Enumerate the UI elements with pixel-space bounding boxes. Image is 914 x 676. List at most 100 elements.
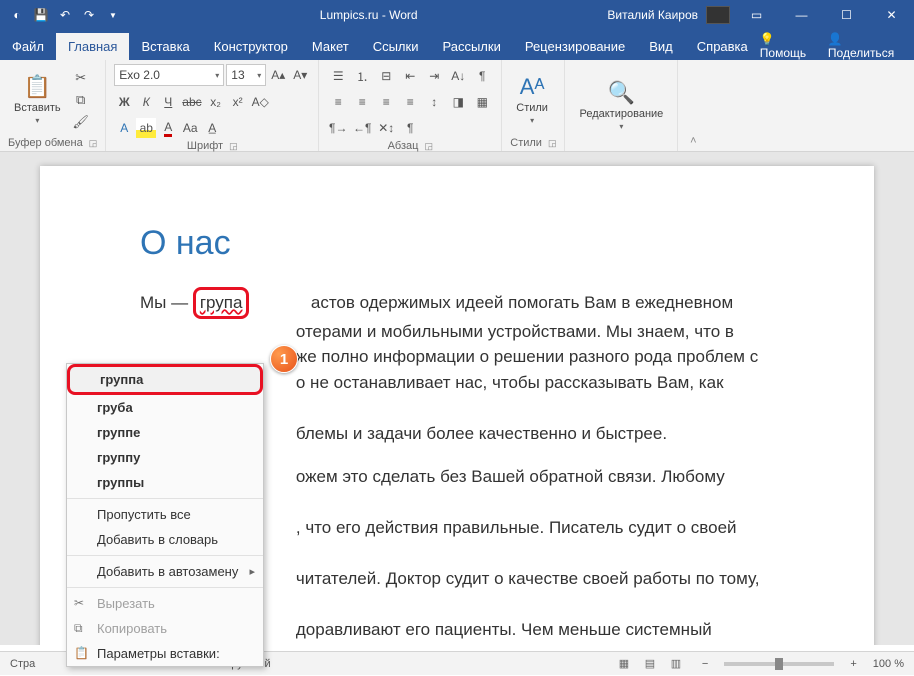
line-spacing-icon[interactable]: ↕: [423, 92, 445, 112]
tab-home[interactable]: Главная: [56, 33, 129, 60]
cut-icon[interactable]: ✂: [71, 68, 91, 88]
share-button[interactable]: 👤 Поделиться: [828, 32, 904, 60]
group-styles: Aᴬ Стили ▾ Стили◲: [502, 60, 565, 151]
window-controls: ▭ — ☐ ✕: [734, 0, 914, 30]
subscript-button[interactable]: x₂: [206, 92, 226, 112]
ribbon: 📋 Вставить ▾ ✂ ⧉ 🖌 Буфер обмена◲ Exo 2.0…: [0, 60, 914, 152]
multilevel-icon[interactable]: ⊟: [375, 66, 397, 86]
superscript-button[interactable]: x²: [228, 92, 248, 112]
group-editing: 🔍 Редактирование ▾: [565, 60, 678, 151]
suggestion-3[interactable]: группе: [67, 420, 263, 445]
redo-icon[interactable]: ↷: [80, 6, 98, 24]
justify-icon[interactable]: ≡: [399, 92, 421, 112]
dialog-launcher-icon[interactable]: ◲: [89, 138, 98, 149]
tab-design[interactable]: Конструктор: [202, 33, 300, 60]
borders-icon[interactable]: ▦: [471, 92, 493, 112]
dialog-launcher-icon[interactable]: ◲: [424, 141, 433, 152]
print-layout-icon[interactable]: ▤: [640, 656, 660, 672]
grow-font-icon[interactable]: A▴: [268, 65, 288, 85]
shading-icon[interactable]: ◨: [447, 92, 469, 112]
misspelled-word-highlight: група: [193, 287, 250, 319]
pilcrow-icon[interactable]: ¶: [399, 118, 421, 138]
strikethrough-button[interactable]: abc: [180, 92, 203, 112]
shrink-font-icon[interactable]: A▾: [290, 65, 310, 85]
collapse-ribbon-icon[interactable]: ˄: [678, 60, 708, 151]
font-color-icon[interactable]: A: [158, 118, 178, 138]
tab-layout[interactable]: Макет: [300, 33, 361, 60]
highlight-icon[interactable]: ab: [136, 118, 156, 138]
undo-icon[interactable]: ↶: [56, 6, 74, 24]
show-marks-icon[interactable]: ¶: [471, 66, 493, 86]
zoom-level[interactable]: 100 %: [873, 658, 904, 670]
add-to-autocorrect[interactable]: Добавить в автозамену▸: [67, 559, 263, 584]
underline-button[interactable]: Ч: [158, 92, 178, 112]
bold-button[interactable]: Ж: [114, 92, 134, 112]
paste-button[interactable]: 📋 Вставить ▾: [8, 64, 67, 135]
read-mode-icon[interactable]: ▦: [614, 656, 634, 672]
numbering-icon[interactable]: ⒈: [351, 66, 373, 86]
misspelled-word[interactable]: група: [200, 293, 243, 312]
qat-customize-icon[interactable]: ▼: [104, 6, 122, 24]
sort-icon[interactable]: A↓: [447, 66, 469, 86]
char-scale-icon[interactable]: A̲: [202, 118, 222, 138]
copy-item: ⧉Копировать: [67, 616, 263, 641]
bullets-icon[interactable]: ☰: [327, 66, 349, 86]
suggestion-4[interactable]: группу: [67, 445, 263, 470]
paste-options[interactable]: 📋Параметры вставки:: [67, 641, 263, 666]
minimize-button[interactable]: —: [779, 0, 824, 30]
avatar[interactable]: [706, 6, 730, 24]
tab-help[interactable]: Справка: [685, 33, 760, 60]
ribbon-tabs: Файл Главная Вставка Конструктор Макет С…: [0, 30, 914, 60]
user-area[interactable]: Виталий Каиров: [607, 6, 734, 24]
left-to-right-icon[interactable]: ¶→: [327, 118, 349, 138]
save-icon[interactable]: 💾: [32, 6, 50, 24]
tab-references[interactable]: Ссылки: [361, 33, 431, 60]
zoom-in-button[interactable]: +: [850, 658, 856, 670]
ribbon-display-icon[interactable]: ▭: [734, 0, 779, 30]
font-size-combo[interactable]: 13▾: [226, 64, 266, 86]
align-center-icon[interactable]: ≡: [351, 92, 373, 112]
suggestion-2[interactable]: груба: [67, 395, 263, 420]
change-case-button[interactable]: Aa: [180, 118, 200, 138]
italic-button[interactable]: К: [136, 92, 156, 112]
web-layout-icon[interactable]: ▥: [666, 656, 686, 672]
asian-layout-icon[interactable]: ✕↕: [375, 118, 397, 138]
right-to-left-icon[interactable]: ←¶: [351, 118, 373, 138]
tab-mailings[interactable]: Рассылки: [430, 33, 512, 60]
clipboard-icon: 📋: [24, 74, 51, 100]
suggestion-5[interactable]: группы: [67, 470, 263, 495]
dialog-launcher-icon[interactable]: ◲: [548, 138, 557, 149]
decrease-indent-icon[interactable]: ⇤: [399, 66, 421, 86]
increase-indent-icon[interactable]: ⇥: [423, 66, 445, 86]
styles-icon: Aᴬ: [520, 74, 545, 100]
maximize-button[interactable]: ☐: [824, 0, 869, 30]
styles-button[interactable]: Aᴬ Стили ▾: [510, 64, 554, 135]
paragraph-group-label: Абзац: [388, 140, 419, 152]
editing-button[interactable]: 🔍 Редактирование ▾: [573, 64, 669, 147]
tab-file[interactable]: Файл: [0, 33, 56, 60]
heading: О нас: [140, 224, 774, 263]
font-name-combo[interactable]: Exo 2.0▾: [114, 64, 224, 86]
suggestion-1[interactable]: группа: [67, 364, 263, 395]
window-title: Lumpics.ru - Word: [130, 8, 607, 22]
page-indicator[interactable]: Стра: [10, 658, 35, 670]
close-button[interactable]: ✕: [869, 0, 914, 30]
align-right-icon[interactable]: ≡: [375, 92, 397, 112]
group-clipboard: 📋 Вставить ▾ ✂ ⧉ 🖌 Буфер обмена◲: [0, 60, 106, 151]
autosave-icon[interactable]: ◐: [8, 6, 26, 24]
format-painter-icon[interactable]: 🖌: [71, 112, 91, 132]
help-button[interactable]: 💡 Помощь: [760, 32, 818, 60]
copy-icon[interactable]: ⧉: [71, 90, 91, 110]
text-effects-icon[interactable]: A: [114, 118, 134, 138]
clear-format-icon[interactable]: A◇: [250, 92, 271, 112]
zoom-slider[interactable]: [724, 662, 834, 666]
dialog-launcher-icon[interactable]: ◲: [229, 141, 238, 152]
tab-insert[interactable]: Вставка: [129, 33, 201, 60]
zoom-out-button[interactable]: −: [702, 658, 708, 670]
add-to-dictionary[interactable]: Добавить в словарь: [67, 527, 263, 552]
tab-view[interactable]: Вид: [637, 33, 685, 60]
font-group-label: Шрифт: [187, 140, 223, 152]
tab-review[interactable]: Рецензирование: [513, 33, 637, 60]
align-left-icon[interactable]: ≡: [327, 92, 349, 112]
ignore-all[interactable]: Пропустить все: [67, 502, 263, 527]
